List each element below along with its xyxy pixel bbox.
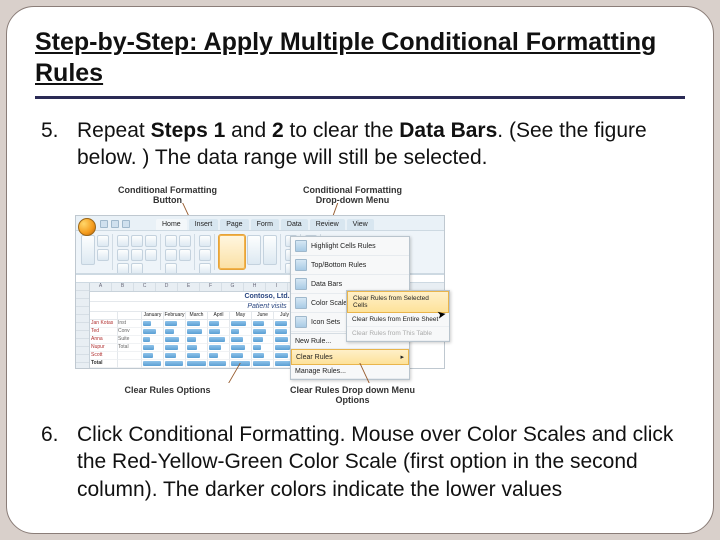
- rule-icon: [295, 259, 307, 271]
- step-body: Click Conditional Formatting. Mouse over…: [77, 421, 685, 503]
- figure: Conditional Formatting Button Conditiona…: [75, 185, 445, 405]
- step-5: 5. Repeat Steps 1 and 2 to clear the Dat…: [41, 117, 685, 172]
- tab-form: Form: [251, 219, 279, 230]
- menu-item: Top/Bottom Rules: [291, 256, 409, 275]
- callout-bottom-row: Clear Rules Options Clear Rules Drop dow…: [75, 385, 445, 405]
- steps-list: 5. Repeat Steps 1 and 2 to clear the Dat…: [41, 117, 685, 172]
- step-body: Repeat Steps 1 and 2 to clear the Data B…: [77, 117, 685, 172]
- step-number: 5.: [41, 117, 63, 172]
- iconsets-icon: [295, 316, 307, 328]
- tab-home: Home: [156, 219, 187, 230]
- row-headers: [76, 283, 90, 368]
- clear-rules-submenu: Clear Rules from Selected Cells Clear Ru…: [346, 290, 450, 342]
- tab-page: Page: [220, 219, 248, 230]
- tab-data: Data: [281, 219, 308, 230]
- conditional-formatting-button: [219, 235, 245, 269]
- tab-review: Review: [310, 219, 345, 230]
- tab-insert: Insert: [189, 219, 219, 230]
- submenu-item: Clear Rules from Entire Sheet: [347, 313, 449, 327]
- callout-bottom-right: Clear Rules Drop down Menu Options: [283, 385, 423, 405]
- callout-bottom-left: Clear Rules Options: [98, 385, 238, 405]
- databars-icon: [295, 278, 307, 290]
- page-title: Step-by-Step: Apply Multiple Conditional…: [35, 27, 685, 99]
- submenu-item: Clear Rules from Selected Cells: [347, 291, 449, 313]
- slide: Step-by-Step: Apply Multiple Conditional…: [6, 6, 714, 534]
- quick-access-toolbar: [100, 220, 130, 228]
- office-button-icon: [78, 218, 96, 236]
- tab-view: View: [347, 219, 374, 230]
- submenu-item: Clear Rules from This Table: [347, 327, 449, 341]
- cursor-icon: ➤: [436, 307, 447, 321]
- rule-icon: [295, 240, 307, 252]
- callout-top-row: Conditional Formatting Button Conditiona…: [75, 185, 445, 205]
- chevron-right-icon: ▸: [400, 353, 404, 361]
- step-number: 6.: [41, 421, 63, 503]
- colorscales-icon: [295, 297, 307, 309]
- excel-window: Home Insert Page Form Data Review View: [75, 215, 445, 369]
- ribbon-tabs: Home Insert Page Form Data Review View: [156, 216, 444, 230]
- step-6: 6. Click Conditional Formatting. Mouse o…: [41, 421, 685, 503]
- menu-item: Highlight Cells Rules: [291, 237, 409, 256]
- steps-list-continued: 6. Click Conditional Formatting. Mouse o…: [41, 421, 685, 503]
